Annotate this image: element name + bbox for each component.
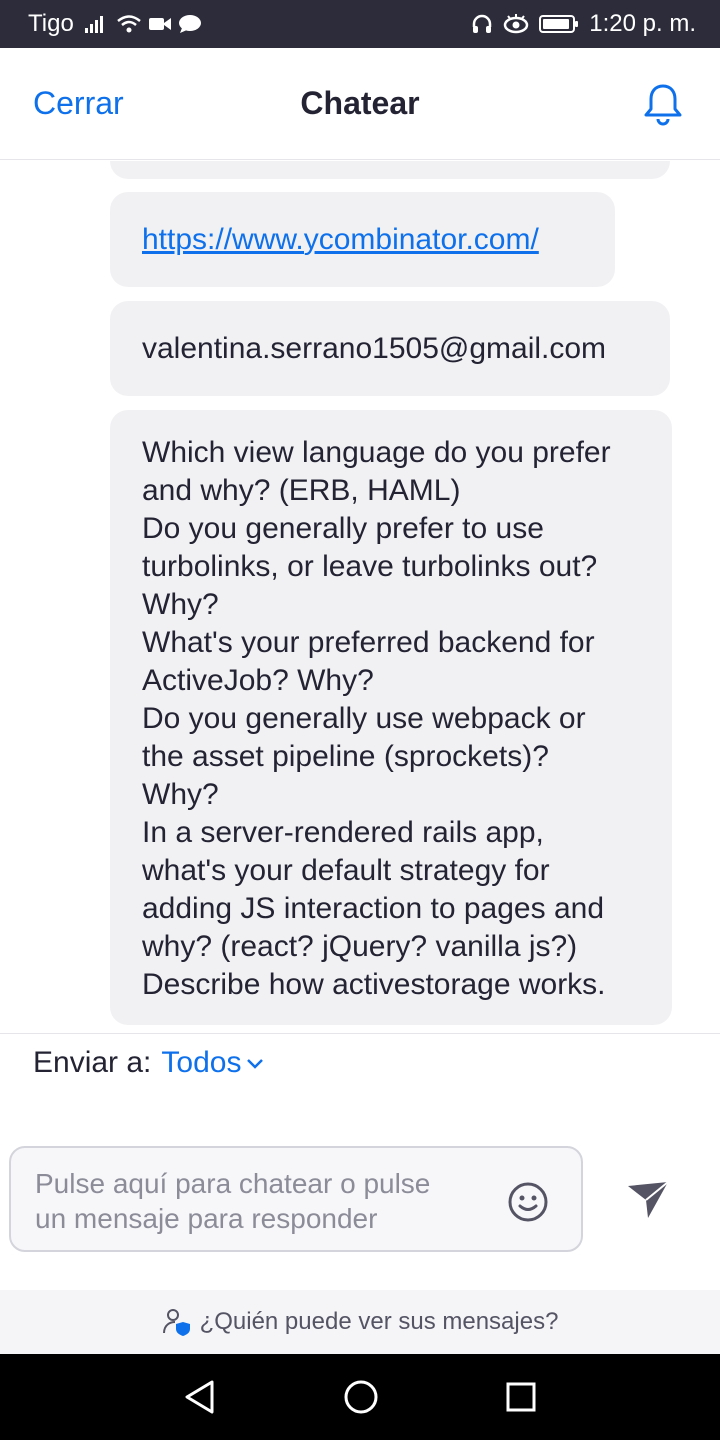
message-line: why? (react? jQuery? vanilla js?): [142, 930, 578, 963]
clock: 1:20 p. m.: [589, 10, 696, 37]
bell-icon[interactable]: [642, 82, 684, 126]
privacy-label: ¿Quién puede ver sus mensajes?: [199, 1308, 559, 1335]
eye-comfort-icon: [504, 14, 529, 34]
message-bubble[interactable]: Which view language do you prefer and wh…: [110, 410, 672, 1025]
chat-message-list[interactable]: https://www.ycombinator.com/ valentina.s…: [0, 161, 720, 1033]
message-line: Why?: [142, 778, 219, 811]
video-icon: [148, 18, 171, 30]
chat-input-placeholder: Pulse aquí para chatear o pulse un mensa…: [35, 1168, 431, 1234]
wifi-icon: [117, 15, 141, 33]
recents-icon[interactable]: [505, 1381, 537, 1413]
user-shield-icon: [162, 1309, 190, 1336]
headphones-icon: [473, 14, 492, 33]
battery-icon: [539, 15, 579, 33]
close-button[interactable]: Cerrar: [33, 85, 124, 122]
message-line: Why?: [142, 588, 219, 621]
signal-icon: [84, 16, 103, 33]
message-line: and why? (ERB, HAML): [142, 474, 461, 507]
emoji-icon[interactable]: [507, 1181, 549, 1223]
message-line: turbolinks, or leave turbolinks out?: [142, 550, 598, 583]
divider: [0, 1033, 720, 1034]
message-line: ActiveJob? Why?: [142, 664, 374, 697]
message-bubble[interactable]: valentina.serrano1505@gmail.com: [110, 301, 670, 396]
page-title: Chatear: [300, 85, 420, 121]
back-icon[interactable]: [183, 1379, 217, 1415]
send-to-dropdown[interactable]: Todos: [161, 1046, 265, 1080]
system-nav-bar: [0, 1354, 720, 1440]
message-line: Do you generally prefer to use: [142, 512, 544, 545]
message-bubble-partial: [110, 161, 670, 179]
message-line: What's your preferred backend for: [142, 626, 595, 659]
chat-header: Cerrar Chatear: [0, 48, 720, 160]
chevron-down-icon: [247, 1059, 264, 1069]
send-icon[interactable]: [626, 1180, 670, 1220]
message-line: adding JS interaction to pages and: [142, 892, 604, 925]
chat-input[interactable]: Pulse aquí para chatear o pulse un mensa…: [9, 1146, 583, 1252]
privacy-notice[interactable]: ¿Quién puede ver sus mensajes?: [0, 1290, 720, 1354]
home-icon[interactable]: [343, 1379, 379, 1415]
message-line: the asset pipeline (sprockets)?: [142, 740, 549, 773]
send-to-value: Todos: [161, 1046, 242, 1079]
message-bubble[interactable]: https://www.ycombinator.com/: [110, 192, 615, 287]
send-to-label: Enviar a:: [33, 1046, 152, 1079]
message-text: valentina.serrano1505@gmail.com: [142, 331, 607, 365]
status-bar: Tigo 1:20 p. m.: [0, 0, 720, 48]
message-line: what's your default strategy for: [142, 854, 550, 887]
message-line: Which view language do you prefer: [142, 436, 611, 469]
message-line: In a server-rendered rails app,: [142, 816, 544, 849]
send-to-row: Enviar a: Todos: [33, 1046, 265, 1080]
message-line: Describe how activestorage works.: [142, 968, 606, 1001]
message-link[interactable]: https://www.ycombinator.com/: [142, 221, 539, 259]
message-line: Do you generally use webpack or: [142, 702, 586, 735]
message-icon: [178, 15, 201, 33]
carrier-label: Tigo: [28, 10, 74, 37]
